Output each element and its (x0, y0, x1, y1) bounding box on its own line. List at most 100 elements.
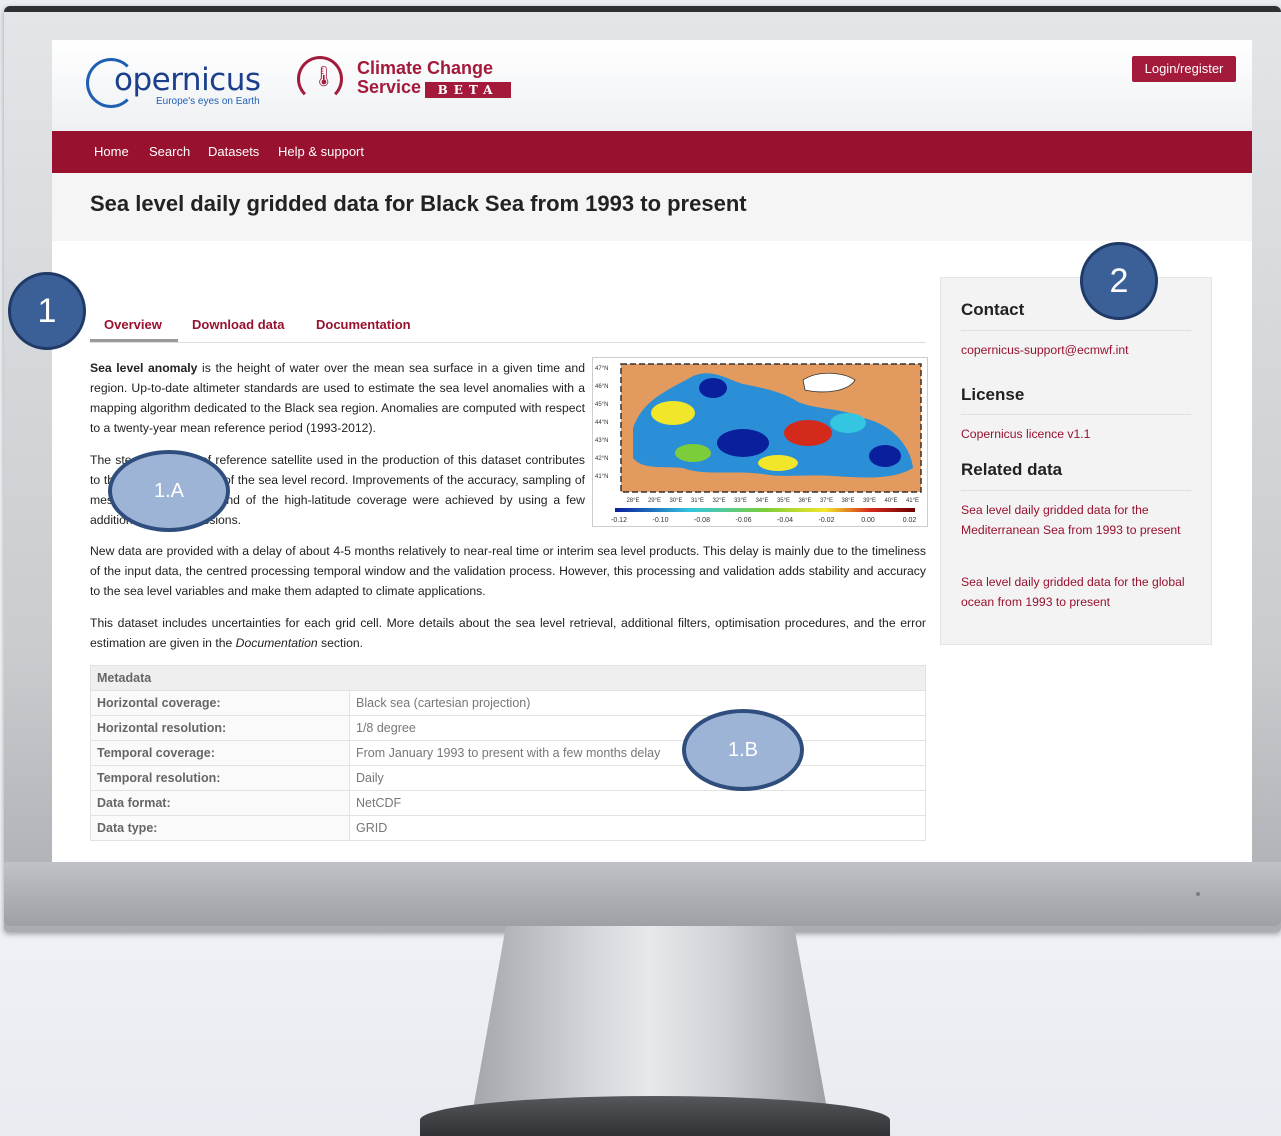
longitude-label: 40°E (884, 498, 897, 504)
c3s-title-line1: Climate Change (357, 58, 494, 78)
sla-mid-patch (830, 413, 866, 433)
metadata-value: Black sea (cartesian projection) (349, 690, 926, 716)
metadata-header-row: Metadata (90, 665, 926, 691)
main-content: Overview Download data Documentation Sea… (52, 241, 1252, 862)
documentation-reference: Documentation (235, 636, 318, 650)
longitude-label: 38°E (841, 498, 854, 504)
latitude-label: 46°N (595, 384, 608, 390)
metadata-value: Daily (349, 765, 926, 791)
colorbar-tick-label: -0.06 (736, 517, 752, 524)
tab-documentation[interactable]: Documentation (316, 317, 411, 332)
sla-map-svg: 47°N 46°N 45°N 44°N 43°N 42°N 41°N 28°E 29°E 30°… (595, 363, 922, 524)
monitor-bezel (4, 862, 1281, 926)
related-link-mediterranean[interactable]: Sea level daily gridded data for the Med… (961, 500, 1191, 540)
browser-screen: opernicus Europe's eyes on Earth 🌡 Clima… (52, 40, 1252, 862)
colorbar-tick-label: -0.10 (653, 517, 669, 524)
sla-mid-patch (758, 455, 798, 471)
longitude-label: 30°E (669, 498, 682, 504)
latitude-label: 44°N (595, 420, 608, 426)
login-register-button[interactable]: Login/register (1132, 56, 1236, 82)
colorbar-labels: -0.12 -0.10 -0.08 -0.06 -0.04 -0.02 0.00 0.02 (611, 517, 916, 524)
longitude-label: 41°E (906, 498, 919, 504)
colorbar-tick-label: 0.02 (903, 517, 917, 524)
copernicus-tagline: Europe's eyes on Earth (156, 96, 260, 107)
sla-high-patch (784, 420, 832, 446)
related-link-global[interactable]: Sea level daily gridded data for the glo… (961, 572, 1191, 612)
monitor-base (420, 1096, 890, 1136)
c3s-title-line2: Service (357, 77, 422, 97)
longitude-label: 37°E (820, 498, 833, 504)
longitude-label: 32°E (712, 498, 725, 504)
metadata-row: Horizontal coverage: Black sea (cartesian… (90, 690, 926, 716)
longitude-label: 34°E (755, 498, 768, 504)
latitude-label: 47°N (595, 366, 608, 372)
tabs-divider (90, 342, 926, 343)
longitude-label: 36°E (798, 498, 811, 504)
metadata-key: Horizontal resolution: (90, 715, 350, 741)
license-link[interactable]: Copernicus licence v1.1 (961, 424, 1191, 444)
nav-datasets[interactable]: Datasets (208, 144, 259, 159)
sla-low-patch (717, 429, 769, 457)
longitude-label: 29°E (648, 498, 661, 504)
sla-mid-patch (675, 444, 711, 462)
colorbar-tick-label: -0.12 (611, 517, 627, 524)
nav-help-support[interactable]: Help & support (278, 144, 364, 159)
divider (961, 490, 1191, 491)
c3s-logo[interactable]: 🌡 Climate Change Service BETA (297, 54, 527, 116)
overview-paragraph-4: This dataset includes uncertainties for … (90, 613, 926, 653)
metadata-value: From January 1993 to present with a few … (349, 740, 926, 766)
colorbar (615, 508, 915, 512)
metadata-key: Data format: (90, 790, 350, 816)
black-sea-sla-map[interactable]: 47°N 46°N 45°N 44°N 43°N 42°N 41°N 28°E 29°E 30°… (592, 357, 928, 527)
metadata-value: 1/8 degree (349, 715, 926, 741)
metadata-row: Data type: GRID (90, 815, 926, 841)
overview-paragraph-1: Sea level anomaly is the height of water… (90, 358, 585, 438)
longitude-labels: 28°E 29°E 30°E 31°E 32°E 33°E 34°E 35°E 36°E 37°E… (626, 498, 919, 504)
latitude-label: 42°N (595, 456, 608, 462)
nav-home[interactable]: Home (94, 144, 129, 159)
colorbar-tick-label: -0.02 (819, 517, 835, 524)
thermometer-icon: 🌡 (311, 66, 337, 88)
sidebar-panel: Contact copernicus-support@ecmwf.int Lic… (940, 277, 1212, 645)
metadata-heading: Metadata (90, 665, 926, 691)
callout-1: 1 (8, 272, 86, 350)
callout-1b: 1.B (682, 709, 804, 791)
tab-overview[interactable]: Overview (104, 317, 162, 332)
overview-paragraph-4-end: section. (317, 636, 364, 650)
longitude-label: 35°E (777, 498, 790, 504)
metadata-key: Data type: (90, 815, 350, 841)
metadata-key: Temporal coverage: (90, 740, 350, 766)
metadata-row: Temporal resolution: Daily (90, 765, 926, 791)
related-data-heading: Related data (961, 460, 1063, 479)
contact-heading: Contact (961, 300, 1025, 319)
colorbar-tick-label: -0.08 (694, 517, 710, 524)
longitude-label: 39°E (863, 498, 876, 504)
metadata-key: Horizontal coverage: (90, 690, 350, 716)
colorbar-tick-label: 0.00 (861, 517, 875, 524)
longitude-label: 31°E (691, 498, 704, 504)
nav-search[interactable]: Search (149, 144, 190, 159)
beta-badge: BETA (425, 82, 511, 98)
longitude-label: 28°E (626, 498, 639, 504)
title-band: Sea level daily gridded data for Black S… (52, 173, 1252, 241)
power-indicator (1196, 892, 1200, 896)
colorbar-tick-label: -0.04 (777, 517, 793, 524)
divider (961, 414, 1191, 415)
contact-email-link[interactable]: copernicus-support@ecmwf.int (961, 340, 1191, 360)
overview-paragraph-4-text: This dataset includes uncertainties for … (90, 616, 926, 650)
metadata-value: GRID (349, 815, 926, 841)
latitude-label: 43°N (595, 438, 608, 444)
sla-mid-patch (651, 401, 695, 425)
metadata-row: Data format: NetCDF (90, 790, 926, 816)
page-title: Sea level daily gridded data for Black S… (90, 191, 747, 216)
tab-download-data[interactable]: Download data (192, 317, 284, 332)
latitude-labels: 47°N 46°N 45°N 44°N 43°N 42°N 41°N (595, 366, 608, 480)
sla-low-patch (869, 445, 901, 467)
license-heading: License (961, 385, 1025, 404)
metadata-key: Temporal resolution: (90, 765, 350, 791)
divider (961, 330, 1191, 331)
callout-1a: 1.A (108, 450, 230, 532)
site-header: opernicus Europe's eyes on Earth 🌡 Clima… (52, 40, 1252, 131)
latitude-label: 45°N (595, 402, 608, 408)
overview-paragraph-3: New data are provided with a delay of ab… (90, 544, 926, 598)
